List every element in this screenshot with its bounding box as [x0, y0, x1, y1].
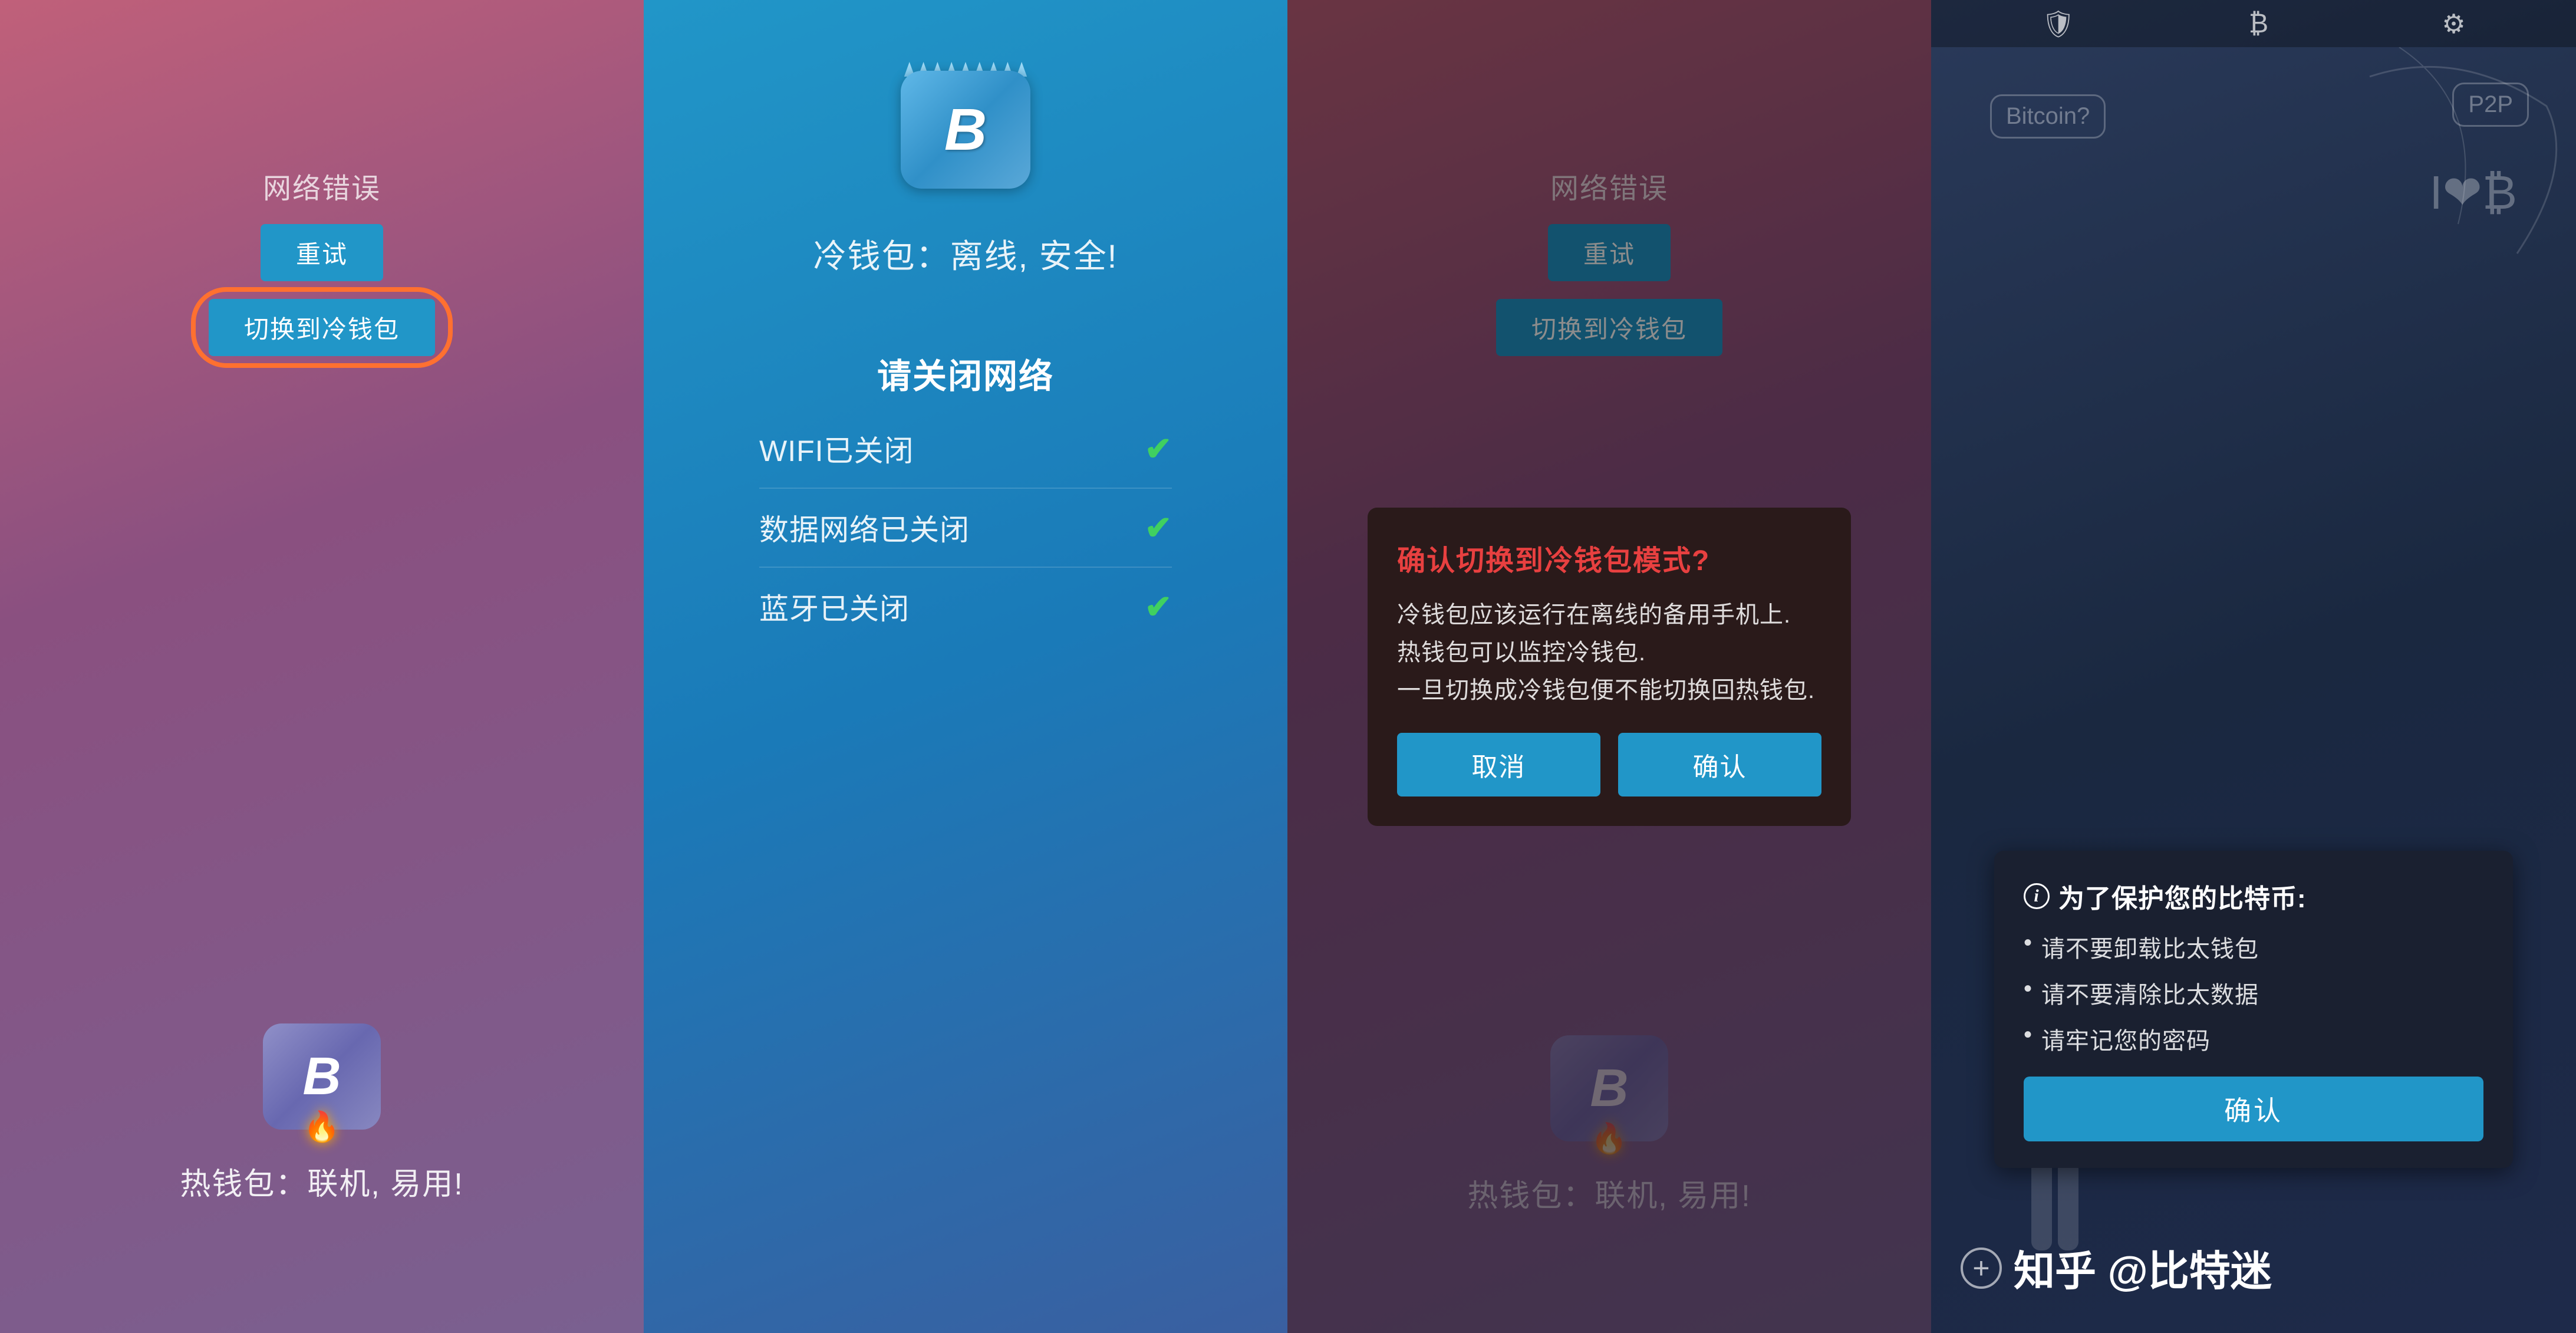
protect-item-2: 请不要清除比太数据	[2024, 976, 2483, 1010]
protect-dialog: i 为了保护您的比特币: 请不要卸载比太钱包 请不要清除比太数据 请牢记您的密码…	[1994, 851, 2513, 1168]
deco-lines	[2340, 47, 2576, 283]
data-checkmark: ✔	[1145, 509, 1172, 547]
error-title-1: 网络错误	[263, 165, 381, 206]
bluetooth-label: 蓝牙已关闭	[759, 585, 910, 628]
confirm-button[interactable]: 确认	[1618, 733, 1821, 796]
switch-btn-wrapper: 切换到冷钱包	[209, 299, 435, 356]
cold-wallet-label: 冷钱包：离线, 安全!	[813, 230, 1118, 278]
data-label: 数据网络已关闭	[759, 506, 970, 549]
hot-wallet-section-1: B 🔥 热钱包：联机, 易用!	[180, 1023, 463, 1203]
dialog-buttons: 取消 确认	[1397, 733, 1821, 796]
protect-title-text: 为了保护您的比特币:	[2058, 877, 2307, 915]
shield-icon: 🛡	[2041, 8, 2075, 40]
brand-label: 知乎 @比特迷	[2014, 1238, 2272, 1298]
dialog-title: 确认切换到冷钱包模式?	[1397, 537, 1821, 578]
flame-icon: 🔥	[304, 1110, 340, 1144]
switch-to-cold-wallet-button-1[interactable]: 切换到冷钱包	[209, 299, 435, 356]
protect-title: i 为了保护您的比特币:	[2024, 877, 2483, 915]
protect-list: 请不要卸载比太钱包 请不要清除比太数据 请牢记您的密码	[2024, 930, 2483, 1056]
bitcoin-bubble-text: Bitcoin?	[2006, 103, 2090, 129]
error-section-1: 网络错误 重试 切换到冷钱包	[209, 165, 435, 356]
wifi-label: WIFI已关闭	[759, 427, 914, 470]
gear-icon: ⚙	[2442, 8, 2465, 40]
protect-confirm-button[interactable]: 确认	[2024, 1077, 2483, 1141]
cancel-button[interactable]: 取消	[1397, 733, 1600, 796]
btc-letter-1: B	[303, 1046, 341, 1107]
hot-wallet-icon-1: B 🔥	[263, 1023, 381, 1141]
network-item-data: 数据网络已关闭 ✔	[759, 501, 1172, 555]
add-icon[interactable]: +	[1961, 1248, 2002, 1289]
brand-section: + 知乎 @比特迷	[1961, 1238, 2272, 1298]
cold-wallet-icon-bg: B	[901, 71, 1030, 189]
hot-wallet-label-1: 热钱包：联机, 易用!	[180, 1159, 463, 1203]
panel-3: 网络错误 重试 切换到冷钱包 B 🔥 热钱包：联机, 易用! 确认切换到冷钱包模…	[1287, 0, 1931, 1333]
panel-4: 🛡 ₿ ⚙ Bitcoin? P2P I❤₿	[1931, 0, 2576, 1333]
network-section: 请关闭网络 WIFI已关闭 ✔ 数据网络已关闭 ✔ 蓝牙已关闭 ✔	[644, 325, 1287, 634]
panel-2: B 冷钱包：离线, 安全! 请关闭网络 WIFI已关闭 ✔ 数据网络已关闭 ✔ …	[644, 0, 1287, 1333]
cold-wallet-icon: B	[901, 71, 1030, 200]
network-item-wifi: WIFI已关闭 ✔	[759, 422, 1172, 476]
network-close-title: 请关闭网络	[877, 348, 1054, 398]
info-icon: i	[2024, 883, 2050, 909]
hot-wallet-icon-bg: B 🔥	[263, 1023, 381, 1130]
panel-1: 网络错误 重试 切换到冷钱包 B 🔥 热钱包：联机, 易用!	[0, 0, 644, 1333]
bitcoin-bubble: Bitcoin?	[1990, 94, 2106, 139]
network-item-bluetooth: 蓝牙已关闭 ✔	[759, 580, 1172, 634]
dialog-overlay: 确认切换到冷钱包模式? 冷钱包应该运行在离线的备用手机上. 热钱包可以监控冷钱包…	[1287, 0, 1931, 1333]
dialog-body: 冷钱包应该运行在离线的备用手机上. 热钱包可以监控冷钱包. 一旦切换成冷钱包便不…	[1397, 596, 1821, 709]
wifi-checkmark: ✔	[1145, 430, 1172, 468]
retry-button-1[interactable]: 重试	[261, 224, 383, 281]
bluetooth-checkmark: ✔	[1145, 588, 1172, 626]
top-bar: 🛡 ₿ ⚙	[1931, 0, 2576, 47]
bitcoin-icon: ₿	[2249, 8, 2268, 39]
confirm-dialog: 确认切换到冷钱包模式? 冷钱包应该运行在离线的备用手机上. 热钱包可以监控冷钱包…	[1368, 508, 1851, 826]
protect-item-3: 请牢记您的密码	[2024, 1022, 2483, 1056]
protect-item-1: 请不要卸载比太钱包	[2024, 930, 2483, 964]
btc-letter-cold: B	[944, 96, 987, 164]
